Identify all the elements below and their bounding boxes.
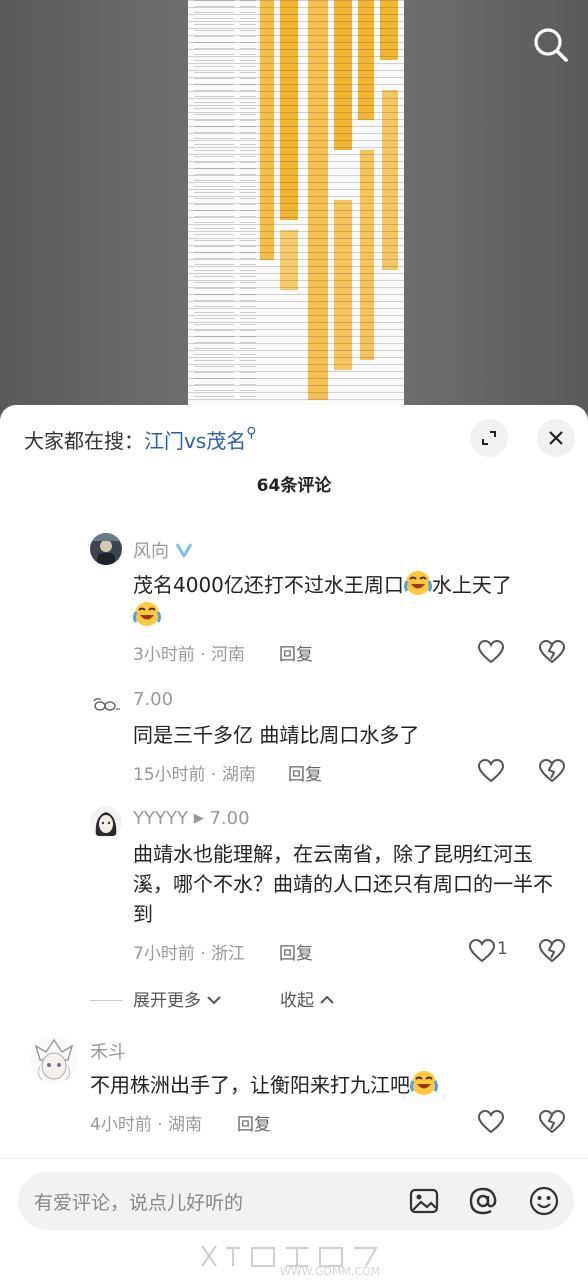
broken-heart-icon[interactable] bbox=[538, 639, 566, 665]
collapse-button[interactable]: 收起 bbox=[280, 986, 335, 1011]
media-viewer[interactable] bbox=[0, 0, 588, 430]
comment-author[interactable]: 风向 bbox=[133, 537, 193, 564]
trending-search[interactable]: 大家都在搜：江门vs茂名⚲ bbox=[24, 425, 257, 454]
reply-arrow-icon: ▶ bbox=[193, 811, 204, 826]
avatar[interactable] bbox=[30, 1036, 78, 1084]
heart-icon[interactable] bbox=[468, 938, 496, 964]
reply-button[interactable]: 回复 bbox=[237, 1110, 271, 1135]
reply-to-name[interactable]: 7.00 bbox=[209, 808, 249, 829]
laugh-cry-emoji-icon bbox=[403, 569, 432, 597]
heart-icon[interactable] bbox=[477, 1109, 505, 1135]
comment-input-placeholder: 有爱评论，说点儿好听的 bbox=[34, 1192, 244, 1214]
comment-text: 茂名4000亿还打不过水王周口 水上天了 bbox=[133, 569, 563, 631]
comment-meta: 4小时前 · 湖南 bbox=[90, 1115, 203, 1135]
avatar[interactable] bbox=[90, 689, 122, 721]
comment-author[interactable]: YYYYY ▶ 7.00 bbox=[133, 808, 250, 829]
comment-input[interactable]: 有爱评论，说点儿好听的 bbox=[18, 1172, 574, 1230]
heart-icon[interactable] bbox=[477, 639, 505, 665]
laugh-cry-emoji-icon bbox=[410, 1069, 438, 1097]
comment-author[interactable]: 7.00 bbox=[133, 689, 173, 710]
laugh-cry-emoji-icon bbox=[133, 600, 161, 628]
reply-button[interactable]: 回复 bbox=[279, 640, 313, 665]
comment-text: 同是三千多亿 曲靖比周口水多了 bbox=[133, 723, 420, 747]
avatar[interactable] bbox=[90, 533, 122, 565]
comment-meta: 3小时前 · 河南 bbox=[133, 645, 246, 665]
watermark: WWW.GDMM.COM bbox=[0, 1242, 588, 1278]
search-icon[interactable] bbox=[530, 24, 572, 66]
comment-text: 不用株洲出手了，让衡阳来打九江吧 bbox=[90, 1069, 560, 1100]
comment-author[interactable]: 禾斗 bbox=[90, 1038, 126, 1064]
image-icon[interactable] bbox=[408, 1185, 440, 1217]
trending-keyword[interactable]: 江门vs茂名 bbox=[144, 429, 246, 453]
broken-heart-icon[interactable] bbox=[538, 1109, 566, 1135]
comment-text: 曲靖水也能理解，在云南省，除了昆明红河玉溪，哪个不水？曲靖的人口还只有周口的一半… bbox=[133, 842, 553, 926]
comment-meta: 15小时前 · 湖南 bbox=[133, 765, 256, 785]
avatar[interactable] bbox=[90, 806, 122, 838]
verified-icon bbox=[175, 541, 193, 564]
broken-heart-icon[interactable] bbox=[538, 938, 566, 964]
reply-button[interactable]: 回复 bbox=[288, 760, 322, 785]
search-small-icon: ⚲ bbox=[246, 425, 257, 441]
comment-meta: 7小时前 · 浙江 bbox=[133, 944, 246, 964]
chevron-up-icon bbox=[319, 990, 335, 1010]
spreadsheet-image bbox=[188, 0, 404, 410]
heart-icon[interactable] bbox=[477, 758, 505, 784]
expand-icon[interactable] bbox=[470, 419, 508, 457]
reply-button[interactable]: 回复 bbox=[279, 939, 313, 964]
emoji-icon[interactable] bbox=[528, 1185, 560, 1217]
trending-prefix: 大家都在搜： bbox=[24, 429, 144, 453]
like-count: 1 bbox=[497, 939, 508, 959]
comment-count: 64条评论 bbox=[256, 476, 332, 496]
input-divider bbox=[0, 1158, 588, 1159]
chevron-down-icon bbox=[206, 990, 222, 1010]
expand-more-button[interactable]: 展开更多 bbox=[133, 986, 222, 1011]
broken-heart-icon[interactable] bbox=[538, 758, 566, 784]
mention-icon[interactable] bbox=[467, 1185, 499, 1217]
watermark-url: WWW.GDMM.COM bbox=[280, 1265, 381, 1278]
close-icon[interactable] bbox=[537, 419, 575, 457]
thread-divider bbox=[90, 1000, 122, 1001]
